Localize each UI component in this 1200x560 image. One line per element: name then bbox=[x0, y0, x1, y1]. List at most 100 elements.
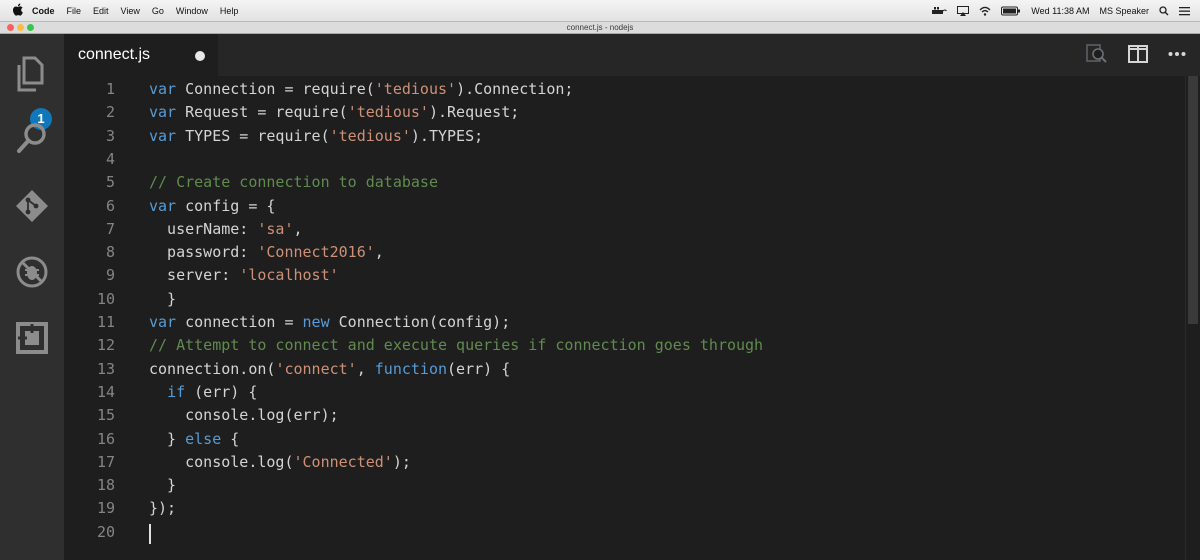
line-text[interactable]: var connection = new Connection(config); bbox=[149, 311, 510, 334]
line-number: 19 bbox=[96, 499, 115, 518]
menu-view[interactable]: View bbox=[121, 6, 140, 16]
editor-tab-bar: connect.js bbox=[64, 34, 1200, 76]
menu-edit[interactable]: Edit bbox=[93, 6, 109, 16]
line-text[interactable]: } bbox=[149, 474, 176, 497]
code-line[interactable]: 14 if (err) { bbox=[64, 381, 1182, 404]
user-name[interactable]: MS Speaker bbox=[1099, 6, 1149, 16]
code-line[interactable]: 12 // Attempt to connect and execute quer… bbox=[64, 334, 1182, 357]
debug-icon bbox=[16, 256, 48, 288]
tab-label: connect.js bbox=[78, 46, 151, 63]
files-icon bbox=[17, 56, 44, 92]
line-number: 17 bbox=[96, 452, 115, 471]
line-text[interactable]: var Request = require('tedious').Request… bbox=[149, 101, 519, 124]
line-text[interactable]: var config = { bbox=[149, 195, 275, 218]
menu-window[interactable]: Window bbox=[176, 6, 208, 16]
vertical-scrollbar[interactable] bbox=[1185, 76, 1200, 560]
more-actions-icon[interactable] bbox=[1168, 51, 1186, 57]
search-icon bbox=[17, 123, 46, 153]
code-line[interactable]: 19}); bbox=[64, 497, 1182, 520]
code-line[interactable]: 1 var Connection = require('tedious').Con… bbox=[64, 78, 1182, 101]
code-line[interactable]: 13 connection.on('connect', function(err)… bbox=[64, 358, 1182, 381]
line-text[interactable]: if (err) { bbox=[149, 381, 257, 404]
git-icon bbox=[16, 190, 48, 222]
line-number: 5 bbox=[105, 173, 115, 192]
wifi-icon[interactable] bbox=[979, 6, 991, 16]
editor-actions bbox=[1086, 44, 1186, 64]
code-line[interactable]: 10 } bbox=[64, 288, 1182, 311]
scrollbar-thumb[interactable] bbox=[1188, 76, 1198, 324]
macos-menu-bar: Code File Edit View Go Window Help Wed 1… bbox=[0, 0, 1200, 22]
code-line[interactable]: 6 var config = { bbox=[64, 195, 1182, 218]
code-line[interactable]: 4 bbox=[64, 148, 1182, 171]
line-number: 18 bbox=[96, 476, 115, 495]
docker-icon[interactable] bbox=[931, 6, 948, 16]
spotlight-search-icon[interactable] bbox=[1159, 6, 1169, 16]
code-line[interactable]: 17 console.log('Connected'); bbox=[64, 451, 1182, 474]
code-line[interactable]: 18 } bbox=[64, 474, 1182, 497]
line-number: 4 bbox=[105, 149, 115, 168]
code-line[interactable]: 3 var TYPES = require('tedious').TYPES; bbox=[64, 125, 1182, 148]
code-line[interactable]: 5 // Create connection to database bbox=[64, 171, 1182, 194]
line-number: 13 bbox=[96, 359, 115, 378]
line-text[interactable]: // Attempt to connect and execute querie… bbox=[149, 334, 763, 357]
window-title-bar: connect.js - nodejs bbox=[0, 22, 1200, 34]
extensions-icon bbox=[16, 322, 48, 354]
line-number: 2 bbox=[105, 103, 115, 122]
code-line[interactable]: 15 console.log(err); bbox=[64, 404, 1182, 427]
window-title: connect.js - nodejs bbox=[566, 23, 634, 32]
code-line[interactable]: 9 server: 'localhost' bbox=[64, 264, 1182, 287]
search-view-button[interactable] bbox=[12, 118, 52, 158]
line-text[interactable]: var TYPES = require('tedious').TYPES; bbox=[149, 125, 483, 148]
line-number: 12 bbox=[96, 336, 115, 355]
code-line[interactable]: 2 var Request = require('tedious').Reques… bbox=[64, 101, 1182, 124]
code-editor[interactable]: 1 var Connection = require('tedious').Con… bbox=[64, 76, 1200, 560]
clock[interactable]: Wed 11:38 AM bbox=[1031, 6, 1089, 16]
open-changes-icon[interactable] bbox=[1086, 44, 1108, 64]
menu-app-name[interactable]: Code bbox=[32, 6, 55, 16]
line-text[interactable]: var Connection = require('tedious').Conn… bbox=[149, 78, 573, 101]
battery-icon[interactable] bbox=[1001, 6, 1021, 16]
menu-items: Code File Edit View Go Window Help bbox=[32, 0, 250, 22]
line-number: 1 bbox=[105, 80, 115, 98]
menu-go[interactable]: Go bbox=[152, 6, 164, 16]
line-text[interactable]: userName: 'sa', bbox=[149, 218, 302, 241]
split-editor-icon[interactable] bbox=[1128, 45, 1148, 63]
line-text[interactable]: password: 'Connect2016', bbox=[149, 241, 384, 264]
code-line[interactable]: 11 var connection = new Connection(config… bbox=[64, 311, 1182, 334]
line-number: 16 bbox=[96, 429, 115, 448]
line-text[interactable]: } else { bbox=[149, 428, 239, 451]
line-number: 15 bbox=[96, 406, 115, 425]
line-number: 9 bbox=[105, 266, 115, 285]
line-number: 8 bbox=[105, 243, 115, 262]
line-text[interactable]: }); bbox=[149, 497, 176, 520]
tab-connect-js[interactable]: connect.js bbox=[64, 34, 218, 76]
code-line[interactable]: 20 bbox=[64, 521, 1182, 544]
line-number: 3 bbox=[105, 126, 115, 145]
line-number: 7 bbox=[105, 219, 115, 238]
source-control-button[interactable] bbox=[12, 186, 52, 226]
extensions-button[interactable] bbox=[12, 318, 52, 358]
line-text[interactable]: console.log(err); bbox=[149, 404, 339, 427]
line-number: 20 bbox=[96, 522, 115, 541]
line-text[interactable]: console.log('Connected'); bbox=[149, 451, 411, 474]
status-area: Wed 11:38 AM MS Speaker bbox=[931, 0, 1190, 22]
line-number: 10 bbox=[96, 289, 115, 308]
line-text[interactable]: server: 'localhost' bbox=[149, 264, 339, 287]
code-line[interactable]: 16 } else { bbox=[64, 428, 1182, 451]
line-number: 6 bbox=[105, 196, 115, 215]
line-text[interactable]: } bbox=[149, 288, 176, 311]
unsaved-changes-dot-icon[interactable] bbox=[195, 51, 205, 61]
line-text[interactable]: // Create connection to database bbox=[149, 171, 438, 194]
code-line[interactable]: 8 password: 'Connect2016', bbox=[64, 241, 1182, 264]
menu-file[interactable]: File bbox=[67, 6, 82, 16]
code-line[interactable]: 7 userName: 'sa', bbox=[64, 218, 1182, 241]
explorer-button[interactable] bbox=[12, 54, 52, 94]
apple-logo-icon[interactable] bbox=[13, 3, 23, 16]
line-text[interactable]: connection.on('connect', function(err) { bbox=[149, 358, 510, 381]
activity-bar: 1 bbox=[0, 34, 64, 560]
menu-help[interactable]: Help bbox=[220, 6, 239, 16]
debug-button[interactable] bbox=[12, 252, 52, 292]
notification-center-icon[interactable] bbox=[1179, 6, 1190, 16]
airplay-icon[interactable] bbox=[957, 6, 970, 16]
line-number: 11 bbox=[96, 313, 115, 331]
